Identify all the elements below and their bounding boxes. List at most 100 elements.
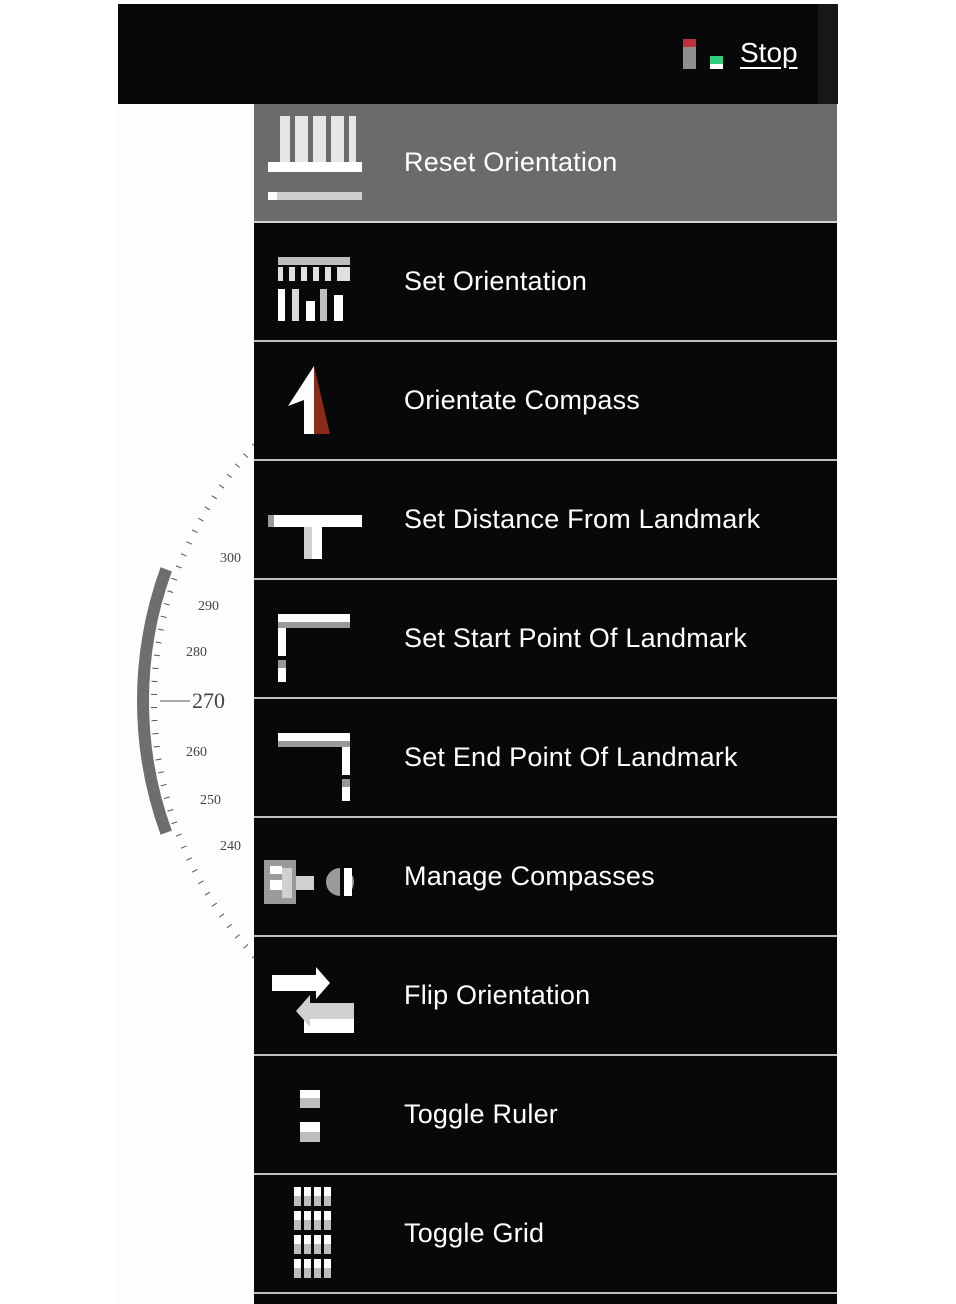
grid-cell (304, 1259, 311, 1268)
grid-cell (324, 1211, 331, 1220)
compass-tick (157, 628, 164, 631)
set-orientation-icon (278, 257, 350, 321)
tick-label-260: 260 (186, 745, 207, 760)
menu-item-set-orientation[interactable]: Set Orientation (254, 223, 837, 342)
grid-cell (324, 1235, 331, 1244)
grid-cell (304, 1187, 311, 1196)
menu-item-label: Toggle Ruler (404, 1099, 558, 1129)
menu-item-flip-orientation[interactable]: Flip Orientation (254, 937, 837, 1056)
compass-tick (226, 473, 233, 479)
menu-item-orientate-compass[interactable]: Orientate Compass (254, 342, 837, 461)
compass-tick (204, 891, 211, 896)
tick-label-300: 300 (220, 551, 241, 566)
compass-tick (153, 654, 160, 657)
grid-cell (294, 1244, 301, 1254)
compass-tick (204, 506, 211, 511)
menu-item-reset-orientation[interactable]: Reset Orientation (254, 104, 837, 223)
flip-orientation-icon (272, 967, 354, 1033)
grid-cell (324, 1196, 331, 1206)
grid-cell (314, 1244, 321, 1254)
compass-tick (226, 923, 233, 929)
menu-item-label: Set End Point Of Landmark (404, 742, 738, 772)
grid-cell (294, 1220, 301, 1230)
compass-tick (218, 484, 225, 489)
grid-cell (314, 1259, 321, 1268)
grid-cell (304, 1235, 311, 1244)
grid-cell (324, 1259, 331, 1268)
tick-label-270: 270 (192, 688, 225, 713)
compass-tick (198, 517, 204, 522)
grid-cell (314, 1235, 321, 1244)
compass-tick (180, 553, 187, 557)
stop-button[interactable]: Stop (740, 37, 798, 69)
grid-cell (314, 1196, 321, 1206)
compass-tick (152, 732, 159, 735)
grid-cell (294, 1211, 301, 1220)
grid-cell (314, 1211, 321, 1220)
ruler-icon (300, 1090, 320, 1142)
compass-tick (155, 641, 162, 644)
app-window: 300 290 280 270 260 250 240 Stop Reset O… (118, 4, 838, 1304)
menu-item-label: Manage Compasses (404, 861, 655, 891)
compass-tick (218, 913, 225, 918)
compass-tick (155, 758, 162, 761)
compass-tick (163, 602, 170, 606)
compass-tick (211, 902, 218, 907)
grid-cell (324, 1244, 331, 1254)
compass-tick (167, 590, 174, 594)
grid-cell (324, 1187, 331, 1196)
tick-label-280: 280 (186, 645, 207, 660)
grid-cell (304, 1220, 311, 1230)
compass-tick (160, 615, 167, 619)
menu-item-label: Set Start Point Of Landmark (404, 623, 748, 653)
manage-compasses-icon (264, 860, 354, 904)
menu-item-manage-compasses[interactable]: Manage Compasses (254, 818, 837, 937)
compass-tick (234, 934, 240, 939)
action-bar-edge (818, 4, 838, 104)
overflow-menu: Reset Orientation Set Orientation Orient… (254, 104, 837, 1304)
menu-item-set-distance-from-landmark[interactable]: Set Distance From Landmark (254, 461, 837, 580)
grid-cell (294, 1196, 301, 1206)
compass-tick (180, 845, 187, 849)
compass-tick (198, 880, 204, 885)
compass-tick (175, 833, 182, 837)
menu-item-set-start-point-of-landmark[interactable]: Set Start Point Of Landmark (254, 580, 837, 699)
compass-tick (171, 821, 178, 825)
distance-landmark-icon (268, 515, 362, 559)
grid-cell (324, 1268, 331, 1278)
grid-cell (294, 1235, 301, 1244)
compass-tick (191, 529, 198, 534)
grid-cell (304, 1196, 311, 1206)
grid-cell (324, 1220, 331, 1230)
menu-item-toggle-ruler[interactable]: Toggle Ruler (254, 1056, 837, 1175)
grid-cell (304, 1211, 311, 1220)
compass-tick (153, 745, 160, 748)
compass-tick (157, 771, 164, 774)
grid-cell (314, 1268, 321, 1278)
menu-item-set-end-point-of-landmark[interactable]: Set End Point Of Landmark (254, 699, 837, 818)
compass-tick (243, 944, 249, 949)
compass-tick (186, 541, 192, 545)
tick-label-250: 250 (200, 793, 221, 808)
compass-tick (175, 565, 182, 569)
reset-orientation-icon (268, 116, 362, 200)
grid-cell (294, 1259, 301, 1268)
menu-item-label: Reset Orientation (404, 147, 618, 177)
compass-tick (171, 577, 178, 581)
menu-item-label: Set Orientation (404, 266, 588, 296)
menu-item-label: Flip Orientation (404, 980, 591, 1010)
compass-tick (167, 808, 174, 812)
compass-tick (211, 495, 218, 500)
menu-item-label: Toggle Grid (404, 1218, 545, 1248)
grid-cell (304, 1244, 311, 1254)
compass-tick (160, 783, 167, 787)
compass-tick (234, 463, 240, 468)
compass-tick (243, 453, 249, 458)
grid-cell (294, 1268, 301, 1278)
compass-tick (152, 667, 159, 670)
menu-item-toggle-grid[interactable]: Toggle Grid (254, 1175, 837, 1294)
menu-item-label: Set Distance From Landmark (404, 504, 761, 534)
compass-tick (191, 868, 198, 873)
grid-icon (294, 1187, 331, 1278)
orientate-compass-icon (288, 366, 330, 434)
